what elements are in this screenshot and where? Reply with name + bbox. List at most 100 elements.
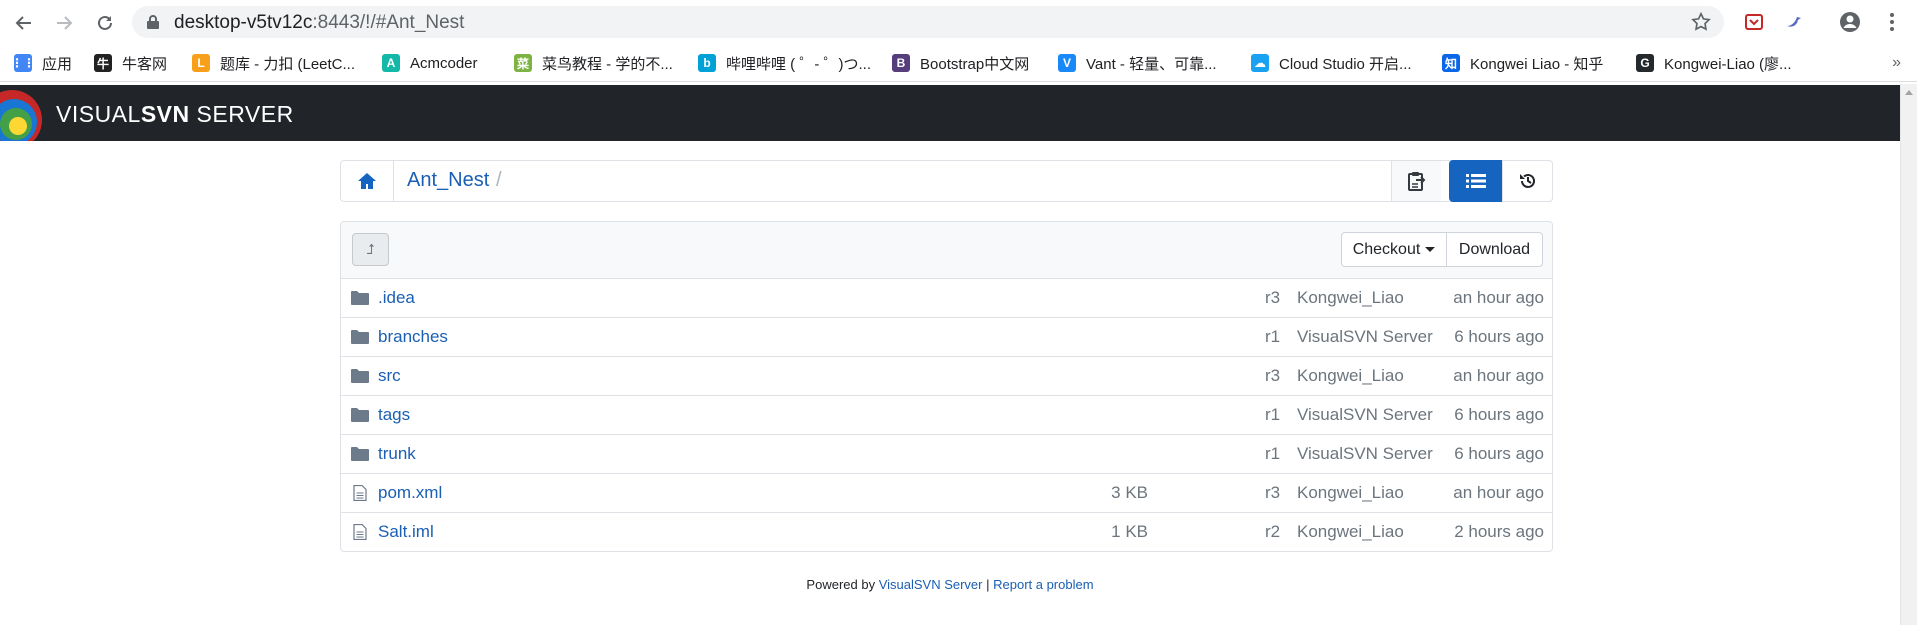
- zhihu-icon: 知: [1442, 54, 1460, 72]
- visualsvn-title[interactable]: VISUALSVN SERVER: [56, 101, 294, 128]
- bookmark-item[interactable]: V Vant - 轻量、可靠...: [1058, 50, 1217, 76]
- history-button[interactable]: [1502, 160, 1553, 202]
- file-name-link[interactable]: .idea: [378, 288, 415, 308]
- bookmark-item[interactable]: 牛牛客网: [94, 50, 167, 76]
- copy-url-button[interactable]: [1391, 161, 1441, 201]
- file-name-link[interactable]: trunk: [378, 444, 416, 464]
- breadcrumb-separator: /: [496, 169, 502, 191]
- brand-light: VISUAL: [56, 101, 141, 127]
- bookmark-star-icon[interactable]: [1690, 11, 1712, 33]
- scroll-up-arrow-icon[interactable]: [1905, 90, 1913, 95]
- menu-button[interactable]: [1879, 9, 1905, 35]
- file-revision-link[interactable]: r3: [1265, 483, 1280, 503]
- footer-separator: |: [982, 577, 994, 592]
- bookmark-item[interactable]: ⋮⋮ 应用: [11, 50, 73, 76]
- footer-powered-by: Powered by: [806, 577, 879, 592]
- bookmark-label: Cloud Studio 开启...: [1279, 55, 1412, 73]
- cloud-studio-icon: ☁: [1251, 54, 1269, 72]
- pocket-icon: [1745, 14, 1763, 30]
- bookmark-item[interactable]: 知 Kongwei Liao - 知乎: [1442, 50, 1603, 76]
- back-button[interactable]: [11, 10, 37, 36]
- file-name-link[interactable]: branches: [378, 327, 448, 347]
- visualsvn-header: VISUALSVN SERVER: [0, 85, 1900, 141]
- brand-tail: SERVER: [189, 101, 294, 127]
- download-button[interactable]: Download: [1446, 232, 1543, 267]
- file-date: 6 hours ago: [1454, 405, 1544, 424]
- extension-bird[interactable]: [1781, 9, 1807, 35]
- footer-report-link[interactable]: Report a problem: [993, 577, 1093, 592]
- panel-header: ⮥ Checkout Download: [341, 222, 1552, 279]
- list-view-button[interactable]: [1449, 160, 1502, 202]
- file-revision-link[interactable]: r3: [1265, 288, 1280, 308]
- file-name-link[interactable]: src: [378, 366, 401, 386]
- bookmarks-more-button[interactable]: »: [1892, 54, 1901, 72]
- file-text-icon: [351, 484, 369, 502]
- bookmark-label: 菜鸟教程 - 学的不...: [542, 55, 673, 73]
- file-date: an hour ago: [1453, 483, 1544, 502]
- file-row: Salt.iml 1 KB r2 Kongwei_Liao 2 hours ago: [341, 513, 1552, 551]
- clipboard-icon: [1407, 172, 1425, 191]
- visualsvn-logo-icon: [0, 90, 42, 141]
- address-bar[interactable]: desktop-v5tv12c:8443/!/#Ant_Nest: [132, 6, 1724, 38]
- browser-toolbar: desktop-v5tv12c:8443/!/#Ant_Nest: [0, 0, 1917, 44]
- list-icon: [1465, 174, 1486, 188]
- history-icon: [1519, 173, 1535, 188]
- file-name-link[interactable]: Salt.iml: [378, 522, 434, 542]
- parent-directory-button[interactable]: ⮥: [352, 233, 389, 266]
- file-revision-link[interactable]: r1: [1265, 327, 1280, 347]
- leetcode-icon: L: [192, 54, 210, 72]
- lock-icon: [147, 15, 159, 29]
- file-date: an hour ago: [1453, 288, 1544, 307]
- file-row: .idea r3 Kongwei_Liao an hour ago: [341, 279, 1552, 318]
- file-revision-link[interactable]: r1: [1265, 444, 1280, 464]
- bookmark-label: Acmcoder: [410, 54, 478, 72]
- bird-icon: [1787, 17, 1801, 27]
- acmcoder-icon: A: [382, 54, 400, 72]
- reload-button[interactable]: [92, 10, 118, 36]
- home-icon: [358, 173, 376, 189]
- extension-pocket[interactable]: [1741, 9, 1767, 35]
- file-list-panel: ⮥ Checkout Download .idea r3 Kongwei_Liao a…: [340, 221, 1553, 552]
- folder-icon: [351, 290, 369, 306]
- bookmark-item[interactable]: ☁ Cloud Studio 开启...: [1251, 50, 1412, 76]
- profile-button[interactable]: [1837, 9, 1863, 35]
- file-author: VisualSVN Server: [1297, 444, 1433, 463]
- bookmark-item[interactable]: A Acmcoder: [382, 50, 478, 76]
- bookmark-label: Kongwei-Liao (廖...: [1664, 55, 1792, 73]
- file-name-link[interactable]: pom.xml: [378, 483, 442, 503]
- file-date: 6 hours ago: [1454, 327, 1544, 346]
- home-button[interactable]: [341, 161, 394, 201]
- file-author: VisualSVN Server: [1297, 405, 1433, 424]
- checkout-dropdown-button[interactable]: Checkout: [1341, 232, 1447, 267]
- file-author: Kongwei_Liao: [1297, 288, 1404, 307]
- bookmark-item[interactable]: L 题库 - 力扣 (LeetC...: [192, 50, 355, 76]
- footer-product-link[interactable]: VisualSVN Server: [879, 577, 983, 592]
- account-icon: [1840, 12, 1860, 32]
- bookmark-item[interactable]: b 哔哩哔哩 ( ゜- ゜)つ...: [698, 50, 871, 76]
- forward-button[interactable]: [51, 10, 77, 36]
- arrow-right-icon: [57, 16, 73, 30]
- caret-down-icon: [1425, 247, 1436, 252]
- file-row: tags r1 VisualSVN Server 6 hours ago: [341, 396, 1552, 435]
- file-row: branches r1 VisualSVN Server 6 hours ago: [341, 318, 1552, 357]
- bookmark-item[interactable]: G Kongwei-Liao (廖...: [1636, 50, 1792, 76]
- url-text: desktop-v5tv12c:8443/!/#Ant_Nest: [174, 12, 464, 34]
- file-date: 2 hours ago: [1454, 522, 1544, 541]
- breadcrumb-repo-link[interactable]: Ant_Nest: [407, 169, 489, 192]
- file-revision-link[interactable]: r1: [1265, 405, 1280, 425]
- file-date: an hour ago: [1453, 366, 1544, 385]
- folder-icon: [351, 329, 369, 345]
- file-revision-link[interactable]: r2: [1265, 522, 1280, 542]
- file-revision-link[interactable]: r3: [1265, 366, 1280, 386]
- brand-bold: SVN: [140, 101, 190, 127]
- vant-icon: V: [1058, 54, 1076, 72]
- bookmark-label: 牛客网: [122, 55, 168, 73]
- bookmark-item[interactable]: B Bootstrap中文网: [892, 50, 1029, 76]
- bookmark-label: Bootstrap中文网: [920, 55, 1030, 73]
- file-name-link[interactable]: tags: [378, 405, 410, 425]
- apps-grid-icon: ⋮⋮: [11, 54, 35, 72]
- bookmark-item[interactable]: 菜菜鸟教程 - 学的不...: [514, 50, 673, 76]
- footer: Powered by VisualSVN Server | Report a p…: [0, 577, 1900, 592]
- page-scrollbar[interactable]: [1900, 84, 1917, 625]
- bookmark-label: 应用: [42, 55, 73, 73]
